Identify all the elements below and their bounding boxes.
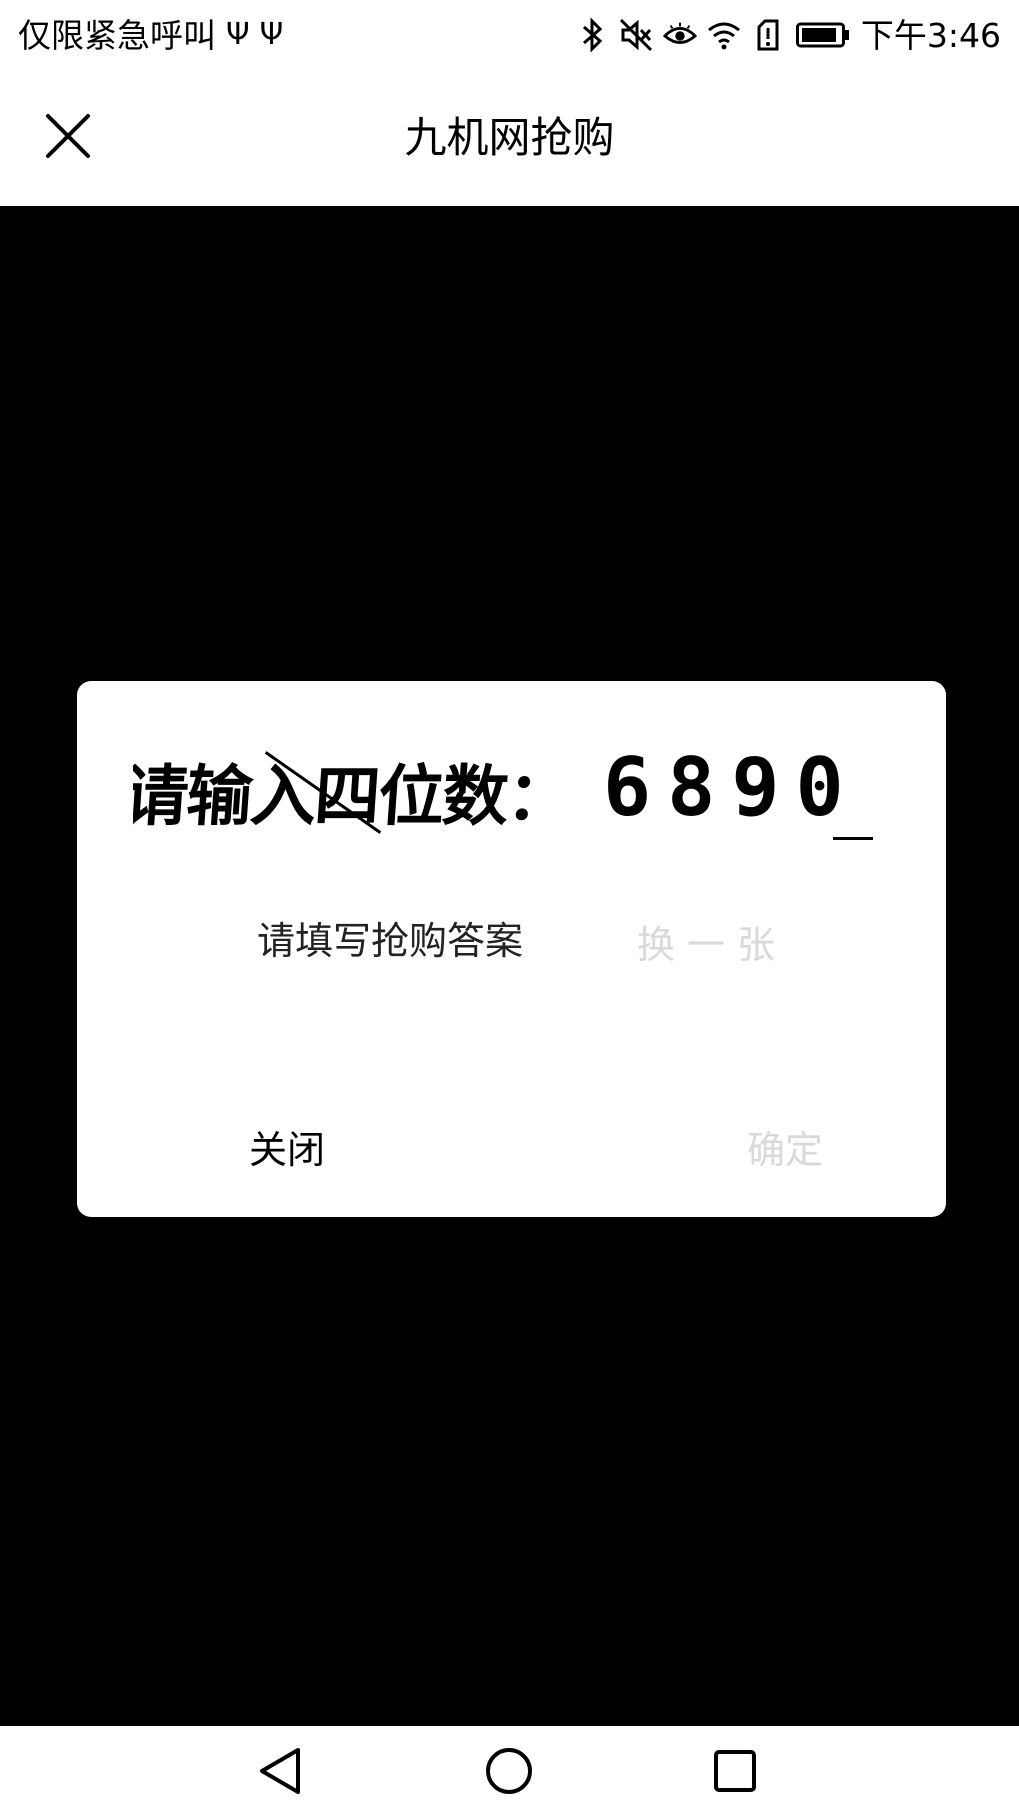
page-title: 九机网抢购 xyxy=(404,113,615,162)
carrier-text: 仅限紧急呼叫 xyxy=(18,15,216,55)
bluetooth-icon xyxy=(575,15,609,55)
back-button[interactable] xyxy=(248,1736,318,1806)
recents-button[interactable] xyxy=(700,1736,770,1806)
confirm-button[interactable]: 确定 xyxy=(747,1116,857,1176)
mute-icon xyxy=(619,15,653,55)
usb-icon: Ψ xyxy=(259,17,284,52)
wifi-icon xyxy=(707,15,741,55)
usb-icon: Ψ xyxy=(226,17,250,52)
clock: 下午3:46 xyxy=(860,15,1001,55)
captcha-dialog: 请输入四位数： 6890 换一张 关闭 确定 xyxy=(77,681,946,1217)
captcha-noise-line xyxy=(833,837,873,840)
recents-icon xyxy=(714,1750,756,1792)
eye-comfort-icon xyxy=(662,15,697,55)
captcha-prompt: 请输入四位数： xyxy=(133,757,574,835)
status-right: 下午3:46 xyxy=(575,15,1001,55)
back-icon xyxy=(260,1748,300,1794)
captcha-digits: 6890 xyxy=(603,741,860,834)
navigation-bar xyxy=(0,1726,1019,1812)
battery-icon xyxy=(795,15,851,55)
app-header: 九机网抢购 xyxy=(0,70,1019,206)
answer-input[interactable] xyxy=(257,911,597,971)
dialog-close-button[interactable]: 关闭 xyxy=(227,1116,377,1176)
status-bar: 仅限紧急呼叫 Ψ Ψ 下午3:46 xyxy=(0,0,1019,70)
refresh-captcha-button[interactable]: 换一张 xyxy=(637,911,797,971)
sim-alert-icon xyxy=(751,15,785,55)
home-icon xyxy=(486,1748,532,1794)
status-left: 仅限紧急呼叫 Ψ Ψ xyxy=(18,19,283,52)
captcha-image[interactable]: 请输入四位数： 6890 xyxy=(133,729,903,859)
home-button[interactable] xyxy=(474,1736,544,1806)
